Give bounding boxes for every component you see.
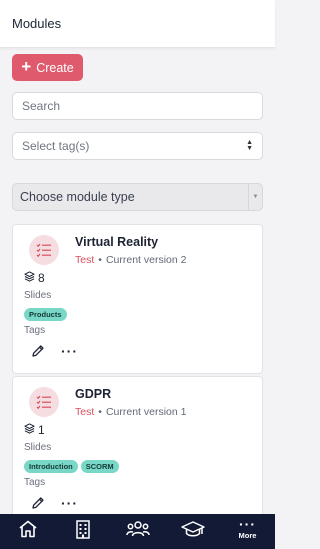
nav-organization[interactable]: [63, 514, 103, 549]
tag-select-placeholder: Select tag(s): [22, 139, 90, 153]
nav-users[interactable]: [118, 514, 158, 549]
more-options-icon[interactable]: ···: [61, 496, 78, 510]
tag-chip: SCORM: [80, 460, 119, 473]
chevron-down-icon: ▼: [248, 184, 262, 210]
graduation-cap-icon: [180, 520, 205, 543]
top-bar: Modules: [0, 0, 275, 48]
module-tag: Test: [75, 406, 95, 418]
tag-select[interactable]: Select tag(s) ▲ ▼: [12, 132, 263, 160]
module-card[interactable]: GDPR Test • Current version 1 1 Slides Int…: [12, 376, 263, 526]
slides-label: Slides: [24, 290, 52, 301]
module-title[interactable]: Virtual Reality: [75, 235, 158, 249]
select-arrows-icon: ▲ ▼: [246, 139, 253, 152]
module-meta: Test • Current version 2: [75, 254, 187, 266]
card-actions: ···: [31, 496, 78, 515]
home-icon: [18, 520, 38, 543]
module-version: Current version 2: [105, 254, 187, 266]
more-icon: ···: [239, 515, 256, 532]
edit-pencil-icon[interactable]: [31, 496, 45, 515]
nav-more-label: More: [238, 530, 257, 540]
tag-chip: Introduction: [24, 460, 78, 473]
slides-label: Slides: [24, 442, 52, 453]
search-placeholder: Search: [22, 99, 61, 113]
tag-chip: Products: [24, 308, 67, 321]
slides-count-value: 8: [38, 271, 45, 285]
tag-chips: Introduction SCORM: [24, 460, 119, 473]
building-icon: [75, 519, 91, 544]
tag-chips: Products: [24, 308, 67, 321]
search-input[interactable]: Search: [12, 92, 263, 120]
module-title[interactable]: GDPR: [75, 387, 111, 401]
create-button[interactable]: + Create: [12, 54, 83, 81]
users-icon: [125, 520, 150, 543]
slides-count-value: 1: [38, 423, 45, 437]
tags-label: Tags: [24, 325, 46, 336]
module-type-placeholder: Choose module type: [20, 190, 135, 204]
module-version: Current version 1: [105, 406, 187, 418]
module-type-select[interactable]: Choose module type ▼: [12, 183, 263, 211]
bottom-nav: ··· More: [0, 514, 275, 549]
tags-label: Tags: [24, 477, 46, 488]
card-actions: ···: [31, 344, 78, 363]
module-meta: Test • Current version 1: [75, 406, 187, 418]
module-card[interactable]: Virtual Reality Test • Current version 2 8…: [12, 224, 263, 374]
nav-home[interactable]: [8, 514, 48, 549]
edit-pencil-icon[interactable]: [31, 344, 45, 363]
layers-icon: [24, 271, 35, 285]
slides-count: 8: [24, 271, 45, 285]
nav-more[interactable]: ··· More: [228, 514, 268, 549]
plus-icon: +: [21, 57, 32, 76]
create-button-label: Create: [36, 60, 74, 75]
module-tag: Test: [75, 254, 95, 266]
layers-icon: [24, 423, 35, 437]
slides-count: 1: [24, 423, 45, 437]
checklist-icon: [29, 387, 59, 417]
checklist-icon: [29, 235, 59, 265]
more-options-icon[interactable]: ···: [61, 344, 78, 358]
page-title: Modules: [12, 16, 62, 31]
nav-learning[interactable]: [173, 514, 213, 549]
